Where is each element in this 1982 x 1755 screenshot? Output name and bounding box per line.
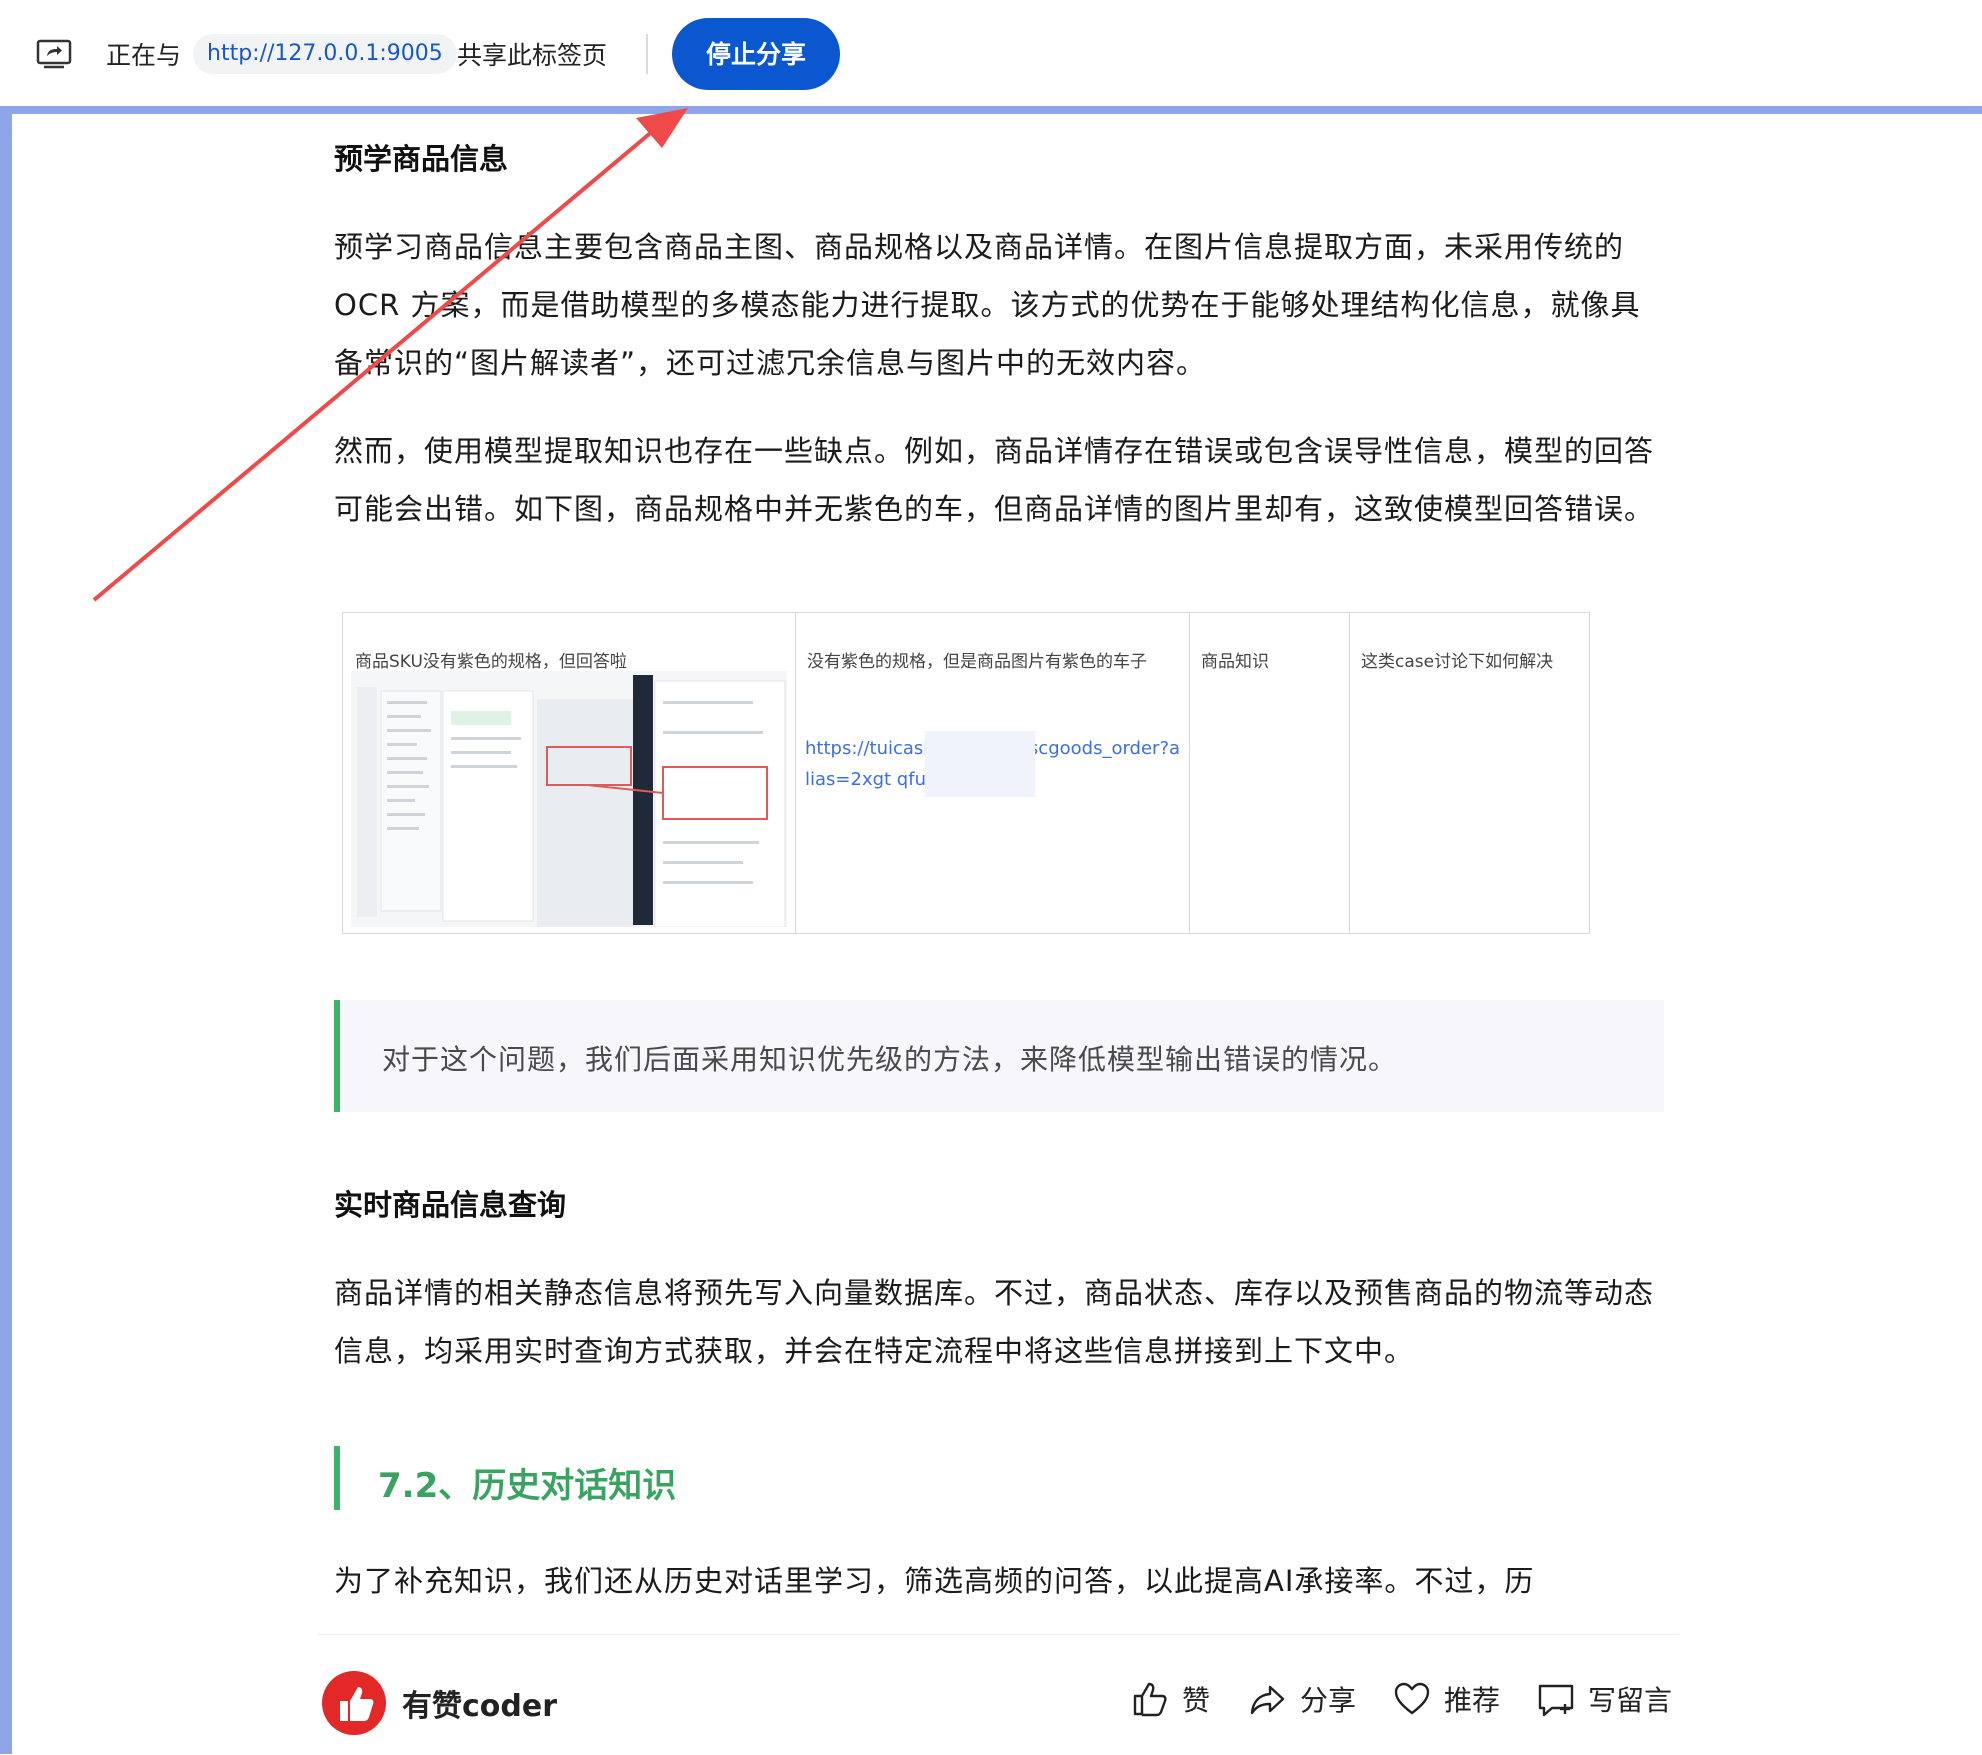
paragraph-realtime: 商品详情的相关静态信息将预先写入向量数据库。不过，商品状态、库存以及预售商品的物…: [334, 1276, 1655, 1368]
share-button[interactable]: 分享: [1248, 1677, 1356, 1721]
article-action-bar: 有赞coder 赞 分享 推荐 写留言: [318, 1634, 1678, 1755]
shared-tab-frame-left: [0, 106, 12, 1754]
table-header-cell: 没有紫色的规格，但是商品图片有紫色的车子: [807, 652, 1147, 672]
blockquote-text: 对于这个问题，我们后面采用知识优先级的方法，来降低模型输出错误的情况。: [382, 1043, 1398, 1076]
comment-label: 写留言: [1588, 1684, 1673, 1717]
table-header-cell: 商品SKU没有紫色的规格，但回答啦: [355, 652, 627, 672]
section-accent-bar: [334, 1446, 340, 1510]
blockquote: 对于这个问题，我们后面采用知识优先级的方法，来降低模型输出错误的情况。: [334, 1000, 1664, 1112]
article-content: 预学商品信息 预学习商品信息主要包含商品主图、商品规格以及商品详情。在图片信息提…: [334, 114, 1664, 1634]
recommend-button[interactable]: 推荐: [1392, 1677, 1500, 1721]
section-title: 7.2、历史对话知识: [378, 1466, 677, 1506]
tab-sharing-bar: 正在与 http://127.0.0.1:9005 共享此标签页 停止分享: [0, 0, 1982, 107]
sharing-suffix-text: 共享此标签页: [457, 41, 608, 70]
share-arrow-icon: [1250, 1685, 1285, 1715]
table-column: 商品知识: [1189, 613, 1350, 933]
table-column: 这类case讨论下如何解决: [1349, 613, 1589, 933]
comment-button[interactable]: 写留言: [1536, 1677, 1672, 1721]
recommend-label: 推荐: [1444, 1684, 1501, 1717]
table-header-cell: 这类case讨论下如何解决: [1361, 652, 1554, 672]
screen-share-icon: [36, 39, 72, 69]
table-column: 商品SKU没有紫色的规格，但回答啦: [343, 613, 796, 933]
share-label: 分享: [1300, 1684, 1357, 1717]
thumbs-up-logo-icon[interactable]: [322, 1671, 386, 1735]
paragraph-prelearn: 预学习商品信息主要包含商品主图、商品规格以及商品详情。在图片信息提取方面，未采用…: [334, 230, 1641, 380]
redacted-region: [925, 731, 1035, 797]
comment-icon: [1538, 1684, 1574, 1717]
stop-sharing-button[interactable]: 停止分享: [672, 18, 840, 90]
screenshot-thumbnail: [351, 671, 787, 928]
sharebar-divider: [646, 34, 648, 74]
thumbs-up-icon: [1133, 1682, 1167, 1717]
like-button[interactable]: 赞: [1130, 1677, 1210, 1721]
paragraph-history: 为了补充知识，我们还从历史对话里学习，筛选高频的问答，以此提高AI承接率。不过，…: [334, 1564, 1535, 1598]
sharing-prefix-text: 正在与: [106, 41, 182, 70]
heading-realtime: 实时商品信息查询: [334, 1188, 567, 1222]
table-column: 没有紫色的规格，但是商品图片有紫色的车子 https://tuicash om/…: [795, 613, 1190, 933]
embedded-table-image: 商品SKU没有紫色的规格，但回答啦 没有紫色的规格，但是商品图片有紫色的车子 h…: [342, 612, 1590, 934]
heart-icon: [1394, 1682, 1430, 1715]
author-name[interactable]: 有赞coder: [402, 1681, 557, 1725]
heading-prelearn: 预学商品信息: [334, 142, 509, 176]
sharing-url-chip: http://127.0.0.1:9005: [193, 34, 457, 74]
paragraph-drawbacks: 然而，使用模型提取知识也存在一些缺点。例如，商品详情存在错误或包含误导性信息，模…: [334, 434, 1655, 526]
shared-tab-frame-top: [0, 106, 1982, 114]
like-label: 赞: [1182, 1684, 1211, 1717]
table-header-cell: 商品知识: [1201, 652, 1269, 672]
